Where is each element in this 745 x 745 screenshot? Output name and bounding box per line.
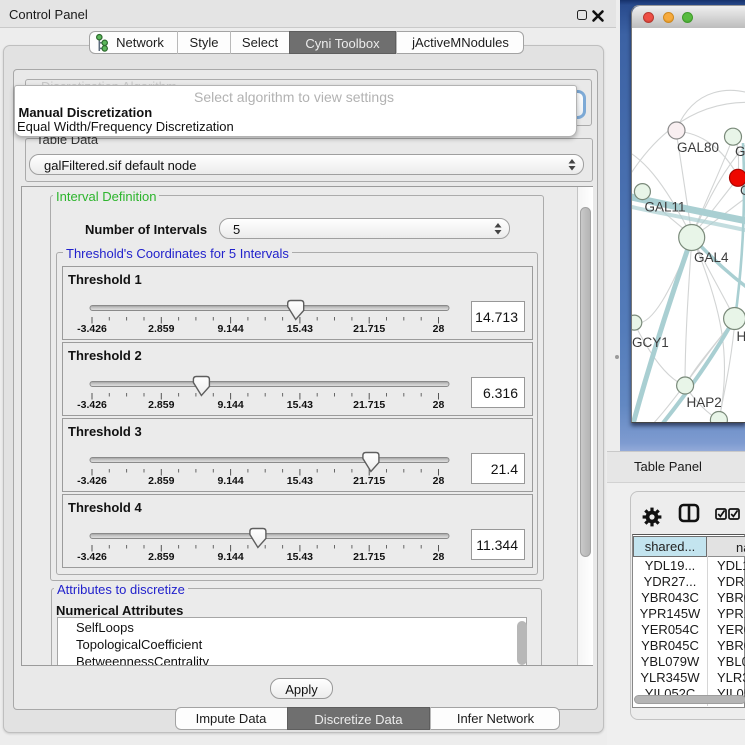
svg-text:-3.426: -3.426 [77, 323, 107, 335]
svg-text:9.144: 9.144 [217, 323, 243, 335]
svg-text:21.715: 21.715 [353, 399, 385, 411]
svg-text:28: 28 [433, 399, 445, 411]
svg-text:GA: GA [735, 144, 745, 159]
svg-text:28: 28 [433, 475, 445, 487]
svg-text:2.859: 2.859 [148, 399, 174, 411]
svg-text:-3.426: -3.426 [77, 551, 107, 563]
svg-text:2.859: 2.859 [148, 551, 174, 563]
svg-text:28: 28 [433, 323, 445, 335]
svg-text:GCY1: GCY1 [632, 335, 669, 350]
svg-text:28: 28 [433, 551, 445, 563]
svg-text:-3.426: -3.426 [77, 475, 107, 487]
svg-text:G: G [740, 183, 745, 198]
svg-text:21.715: 21.715 [353, 323, 385, 335]
svg-text:GAL11: GAL11 [645, 200, 686, 215]
svg-text:H: H [737, 329, 745, 344]
svg-text:HAP2: HAP2 [687, 395, 722, 410]
svg-text:9.144: 9.144 [217, 399, 243, 411]
svg-text:2.859: 2.859 [148, 475, 174, 487]
svg-text:9.144: 9.144 [217, 475, 243, 487]
svg-text:GAL80: GAL80 [677, 140, 719, 155]
svg-text:GAL4: GAL4 [694, 250, 729, 265]
svg-text:21.715: 21.715 [353, 551, 385, 563]
svg-text:15.43: 15.43 [287, 475, 313, 487]
svg-text:15.43: 15.43 [287, 551, 313, 563]
svg-text:15.43: 15.43 [287, 323, 313, 335]
svg-text:15.43: 15.43 [287, 399, 313, 411]
svg-text:2.859: 2.859 [148, 323, 174, 335]
svg-text:-3.426: -3.426 [77, 399, 107, 411]
svg-text:9.144: 9.144 [217, 551, 243, 563]
svg-text:21.715: 21.715 [353, 475, 385, 487]
